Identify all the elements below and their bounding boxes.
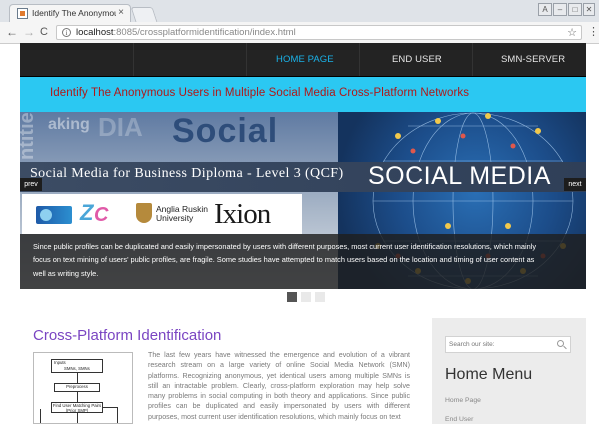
slider-dot-1[interactable] xyxy=(287,292,297,302)
flowchart-inputs-box: Inputs SMNs, SMNs xyxy=(51,359,103,373)
sidebar-link-home-page[interactable]: Home Page xyxy=(445,397,481,404)
anglia-ruskin-logo: Anglia Ruskin University xyxy=(156,204,208,223)
search-box[interactable] xyxy=(445,336,571,353)
flowchart-arrow xyxy=(103,407,117,408)
browser-tab-bar: Identify The Anonymou × A – □ ✕ xyxy=(0,0,599,23)
new-tab-button[interactable] xyxy=(130,7,158,22)
reload-icon[interactable]: C xyxy=(40,25,48,39)
flowchart-arrow xyxy=(77,413,78,423)
close-window-button[interactable]: ✕ xyxy=(583,3,595,16)
nav-divider xyxy=(472,43,473,76)
zc-logo: ZC xyxy=(80,200,109,226)
slider-prev-button[interactable]: prev xyxy=(20,178,42,191)
bookmark-star-icon[interactable]: ☆ xyxy=(567,26,577,39)
back-arrow-icon[interactable]: ← xyxy=(6,25,18,39)
ixion-logo: Ixion xyxy=(214,198,271,230)
slider-dot-3[interactable] xyxy=(315,292,325,302)
nav-smn-server[interactable]: SMN-SERVER xyxy=(501,54,565,65)
slide-caption: Since public profiles can be duplicated … xyxy=(20,234,586,289)
flowchart-image: Inputs SMNs, SMNs Preprocess Find User Ma… xyxy=(33,352,133,424)
section-paragraph: The last few years have witnessed the em… xyxy=(148,351,410,421)
background-word-decoration: DIA xyxy=(98,112,143,142)
partner-logo-1 xyxy=(36,206,72,224)
top-navigation: HOME PAGE END USER SMN-SERVER xyxy=(20,43,586,77)
background-word-decoration: ntities xyxy=(20,112,38,160)
nav-divider xyxy=(359,43,360,76)
page-favicon-icon xyxy=(17,8,28,19)
flowchart-arrow xyxy=(77,373,78,383)
search-icon[interactable] xyxy=(557,340,564,347)
nav-home-page[interactable]: HOME PAGE xyxy=(276,54,334,65)
flowchart-matching-box: Find User Matching Pairs (Prior SMP) xyxy=(51,402,103,413)
slider-dot-2[interactable] xyxy=(301,292,311,302)
browser-menu-icon[interactable]: ⋮ xyxy=(588,26,599,38)
flowchart-arrow xyxy=(77,392,78,402)
sidebar-menu-title: Home Menu xyxy=(445,366,533,383)
flowchart-arrow xyxy=(117,407,118,423)
slide-caption-text: Since public profiles can be duplicated … xyxy=(33,242,537,278)
browser-tab[interactable]: Identify The Anonymou × xyxy=(9,4,131,22)
url-text: localhost:8085/crossplatformidentificati… xyxy=(76,27,296,38)
section-title: Cross-Platform Identification xyxy=(33,327,222,344)
image-slider: ntities aking DIA Social Social Media fo… xyxy=(20,112,586,289)
nav-divider xyxy=(246,43,247,76)
search-input[interactable] xyxy=(449,339,549,350)
nav-divider xyxy=(133,43,134,76)
slide-big-word: Social xyxy=(172,112,279,150)
flowchart-preprocess-box: Preprocess xyxy=(54,383,100,392)
slide-title: Social Media for Business Diploma - Leve… xyxy=(30,166,344,181)
social-media-label: SOCIAL MEDIA xyxy=(368,162,551,190)
slider-next-button[interactable]: next xyxy=(564,178,586,191)
flowchart-arrow xyxy=(40,409,41,423)
address-bar[interactable]: i localhost:8085/crossplatformidentifica… xyxy=(56,25,582,40)
forward-arrow-icon[interactable]: → xyxy=(23,25,35,39)
maximize-button[interactable]: □ xyxy=(568,3,582,16)
minimize-button[interactable]: – xyxy=(553,3,567,16)
partner-logos: ZC Anglia Ruskin University Ixion xyxy=(22,194,302,234)
sidebar-link-end-user[interactable]: End User xyxy=(445,416,473,423)
info-icon[interactable]: i xyxy=(62,28,71,37)
profile-icon[interactable]: A xyxy=(538,3,552,16)
nav-end-user[interactable]: END USER xyxy=(392,54,442,65)
university-crest-icon xyxy=(136,203,152,223)
background-word-decoration: aking xyxy=(48,116,90,133)
site-banner: Identify The Anonymous Users in Multiple… xyxy=(20,77,586,112)
tab-close-icon[interactable]: × xyxy=(118,7,124,19)
browser-toolbar: ← → C i localhost:8085/crossplatformiden… xyxy=(0,22,599,44)
site-title: Identify The Anonymous Users in Multiple… xyxy=(50,87,470,99)
tab-title: Identify The Anonymou xyxy=(32,8,116,18)
